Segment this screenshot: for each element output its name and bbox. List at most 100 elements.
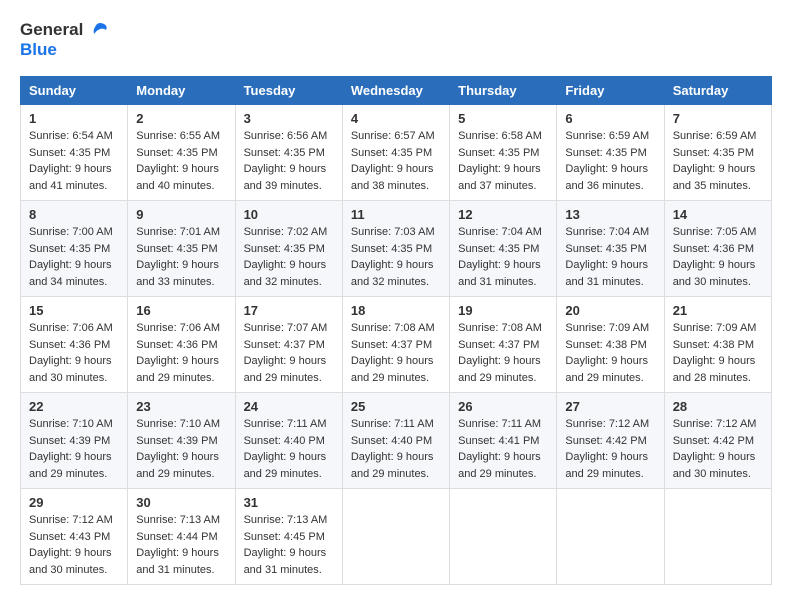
day-content: Sunrise: 6:59 AM Sunset: 4:35 PM Dayligh… — [565, 128, 655, 194]
day-number: 5 — [458, 111, 548, 126]
day-content: Sunrise: 6:56 AM Sunset: 4:35 PM Dayligh… — [244, 128, 334, 194]
logo-text: General Blue — [20, 20, 108, 60]
day-content: Sunrise: 7:00 AM Sunset: 4:35 PM Dayligh… — [29, 224, 119, 290]
day-number: 20 — [565, 303, 655, 318]
day-number: 28 — [673, 399, 763, 414]
day-cell: 19 Sunrise: 7:08 AM Sunset: 4:37 PM Dayl… — [450, 297, 557, 393]
week-row-1: 1 Sunrise: 6:54 AM Sunset: 4:35 PM Dayli… — [21, 105, 772, 201]
day-number: 11 — [351, 207, 441, 222]
day-content: Sunrise: 7:09 AM Sunset: 4:38 PM Dayligh… — [565, 320, 655, 386]
week-row-3: 15 Sunrise: 7:06 AM Sunset: 4:36 PM Dayl… — [21, 297, 772, 393]
week-row-4: 22 Sunrise: 7:10 AM Sunset: 4:39 PM Dayl… — [21, 393, 772, 489]
day-number: 12 — [458, 207, 548, 222]
day-content: Sunrise: 7:12 AM Sunset: 4:42 PM Dayligh… — [565, 416, 655, 482]
day-content: Sunrise: 7:08 AM Sunset: 4:37 PM Dayligh… — [458, 320, 548, 386]
day-cell: 3 Sunrise: 6:56 AM Sunset: 4:35 PM Dayli… — [235, 105, 342, 201]
day-cell: 25 Sunrise: 7:11 AM Sunset: 4:40 PM Dayl… — [342, 393, 449, 489]
day-number: 8 — [29, 207, 119, 222]
day-number: 6 — [565, 111, 655, 126]
day-number: 16 — [136, 303, 226, 318]
day-number: 2 — [136, 111, 226, 126]
day-cell: 31 Sunrise: 7:13 AM Sunset: 4:45 PM Dayl… — [235, 489, 342, 585]
day-content: Sunrise: 7:07 AM Sunset: 4:37 PM Dayligh… — [244, 320, 334, 386]
day-content: Sunrise: 7:10 AM Sunset: 4:39 PM Dayligh… — [136, 416, 226, 482]
day-cell: 18 Sunrise: 7:08 AM Sunset: 4:37 PM Dayl… — [342, 297, 449, 393]
day-content: Sunrise: 7:11 AM Sunset: 4:40 PM Dayligh… — [351, 416, 441, 482]
week-row-5: 29 Sunrise: 7:12 AM Sunset: 4:43 PM Dayl… — [21, 489, 772, 585]
day-content: Sunrise: 7:11 AM Sunset: 4:40 PM Dayligh… — [244, 416, 334, 482]
day-number: 27 — [565, 399, 655, 414]
col-header-saturday: Saturday — [664, 77, 771, 105]
day-cell: 26 Sunrise: 7:11 AM Sunset: 4:41 PM Dayl… — [450, 393, 557, 489]
day-content: Sunrise: 7:09 AM Sunset: 4:38 PM Dayligh… — [673, 320, 763, 386]
col-header-thursday: Thursday — [450, 77, 557, 105]
day-cell: 24 Sunrise: 7:11 AM Sunset: 4:40 PM Dayl… — [235, 393, 342, 489]
day-cell: 1 Sunrise: 6:54 AM Sunset: 4:35 PM Dayli… — [21, 105, 128, 201]
day-cell: 27 Sunrise: 7:12 AM Sunset: 4:42 PM Dayl… — [557, 393, 664, 489]
day-number: 3 — [244, 111, 334, 126]
day-number: 13 — [565, 207, 655, 222]
logo-blue: Blue — [20, 40, 57, 60]
day-content: Sunrise: 7:06 AM Sunset: 4:36 PM Dayligh… — [29, 320, 119, 386]
day-content: Sunrise: 7:08 AM Sunset: 4:37 PM Dayligh… — [351, 320, 441, 386]
day-content: Sunrise: 7:13 AM Sunset: 4:45 PM Dayligh… — [244, 512, 334, 578]
logo-general: General — [20, 20, 83, 40]
day-cell — [664, 489, 771, 585]
day-cell: 5 Sunrise: 6:58 AM Sunset: 4:35 PM Dayli… — [450, 105, 557, 201]
day-number: 4 — [351, 111, 441, 126]
day-number: 14 — [673, 207, 763, 222]
day-content: Sunrise: 7:11 AM Sunset: 4:41 PM Dayligh… — [458, 416, 548, 482]
day-content: Sunrise: 7:10 AM Sunset: 4:39 PM Dayligh… — [29, 416, 119, 482]
day-number: 9 — [136, 207, 226, 222]
day-number: 21 — [673, 303, 763, 318]
day-content: Sunrise: 7:05 AM Sunset: 4:36 PM Dayligh… — [673, 224, 763, 290]
day-cell: 16 Sunrise: 7:06 AM Sunset: 4:36 PM Dayl… — [128, 297, 235, 393]
calendar-table: SundayMondayTuesdayWednesdayThursdayFrid… — [20, 76, 772, 585]
day-number: 19 — [458, 303, 548, 318]
day-number: 31 — [244, 495, 334, 510]
day-cell: 11 Sunrise: 7:03 AM Sunset: 4:35 PM Dayl… — [342, 201, 449, 297]
day-cell: 28 Sunrise: 7:12 AM Sunset: 4:42 PM Dayl… — [664, 393, 771, 489]
day-number: 25 — [351, 399, 441, 414]
day-number: 24 — [244, 399, 334, 414]
col-header-tuesday: Tuesday — [235, 77, 342, 105]
day-cell — [450, 489, 557, 585]
day-cell: 20 Sunrise: 7:09 AM Sunset: 4:38 PM Dayl… — [557, 297, 664, 393]
day-content: Sunrise: 7:13 AM Sunset: 4:44 PM Dayligh… — [136, 512, 226, 578]
day-cell: 15 Sunrise: 7:06 AM Sunset: 4:36 PM Dayl… — [21, 297, 128, 393]
day-cell: 22 Sunrise: 7:10 AM Sunset: 4:39 PM Dayl… — [21, 393, 128, 489]
day-cell: 10 Sunrise: 7:02 AM Sunset: 4:35 PM Dayl… — [235, 201, 342, 297]
day-content: Sunrise: 7:12 AM Sunset: 4:42 PM Dayligh… — [673, 416, 763, 482]
day-content: Sunrise: 7:03 AM Sunset: 4:35 PM Dayligh… — [351, 224, 441, 290]
week-row-2: 8 Sunrise: 7:00 AM Sunset: 4:35 PM Dayli… — [21, 201, 772, 297]
day-content: Sunrise: 6:54 AM Sunset: 4:35 PM Dayligh… — [29, 128, 119, 194]
day-content: Sunrise: 6:58 AM Sunset: 4:35 PM Dayligh… — [458, 128, 548, 194]
day-content: Sunrise: 7:06 AM Sunset: 4:36 PM Dayligh… — [136, 320, 226, 386]
col-header-sunday: Sunday — [21, 77, 128, 105]
day-number: 29 — [29, 495, 119, 510]
day-cell: 29 Sunrise: 7:12 AM Sunset: 4:43 PM Dayl… — [21, 489, 128, 585]
day-content: Sunrise: 7:04 AM Sunset: 4:35 PM Dayligh… — [458, 224, 548, 290]
day-number: 17 — [244, 303, 334, 318]
logo-bird-icon — [86, 22, 108, 38]
day-content: Sunrise: 7:01 AM Sunset: 4:35 PM Dayligh… — [136, 224, 226, 290]
day-cell: 30 Sunrise: 7:13 AM Sunset: 4:44 PM Dayl… — [128, 489, 235, 585]
day-number: 22 — [29, 399, 119, 414]
day-cell: 21 Sunrise: 7:09 AM Sunset: 4:38 PM Dayl… — [664, 297, 771, 393]
day-cell: 2 Sunrise: 6:55 AM Sunset: 4:35 PM Dayli… — [128, 105, 235, 201]
day-cell: 6 Sunrise: 6:59 AM Sunset: 4:35 PM Dayli… — [557, 105, 664, 201]
day-number: 18 — [351, 303, 441, 318]
col-header-monday: Monday — [128, 77, 235, 105]
day-number: 30 — [136, 495, 226, 510]
day-number: 7 — [673, 111, 763, 126]
day-cell: 7 Sunrise: 6:59 AM Sunset: 4:35 PM Dayli… — [664, 105, 771, 201]
day-content: Sunrise: 6:57 AM Sunset: 4:35 PM Dayligh… — [351, 128, 441, 194]
day-cell: 17 Sunrise: 7:07 AM Sunset: 4:37 PM Dayl… — [235, 297, 342, 393]
day-cell: 4 Sunrise: 6:57 AM Sunset: 4:35 PM Dayli… — [342, 105, 449, 201]
day-cell: 12 Sunrise: 7:04 AM Sunset: 4:35 PM Dayl… — [450, 201, 557, 297]
day-cell: 14 Sunrise: 7:05 AM Sunset: 4:36 PM Dayl… — [664, 201, 771, 297]
col-header-friday: Friday — [557, 77, 664, 105]
day-content: Sunrise: 7:04 AM Sunset: 4:35 PM Dayligh… — [565, 224, 655, 290]
day-number: 1 — [29, 111, 119, 126]
day-content: Sunrise: 6:55 AM Sunset: 4:35 PM Dayligh… — [136, 128, 226, 194]
